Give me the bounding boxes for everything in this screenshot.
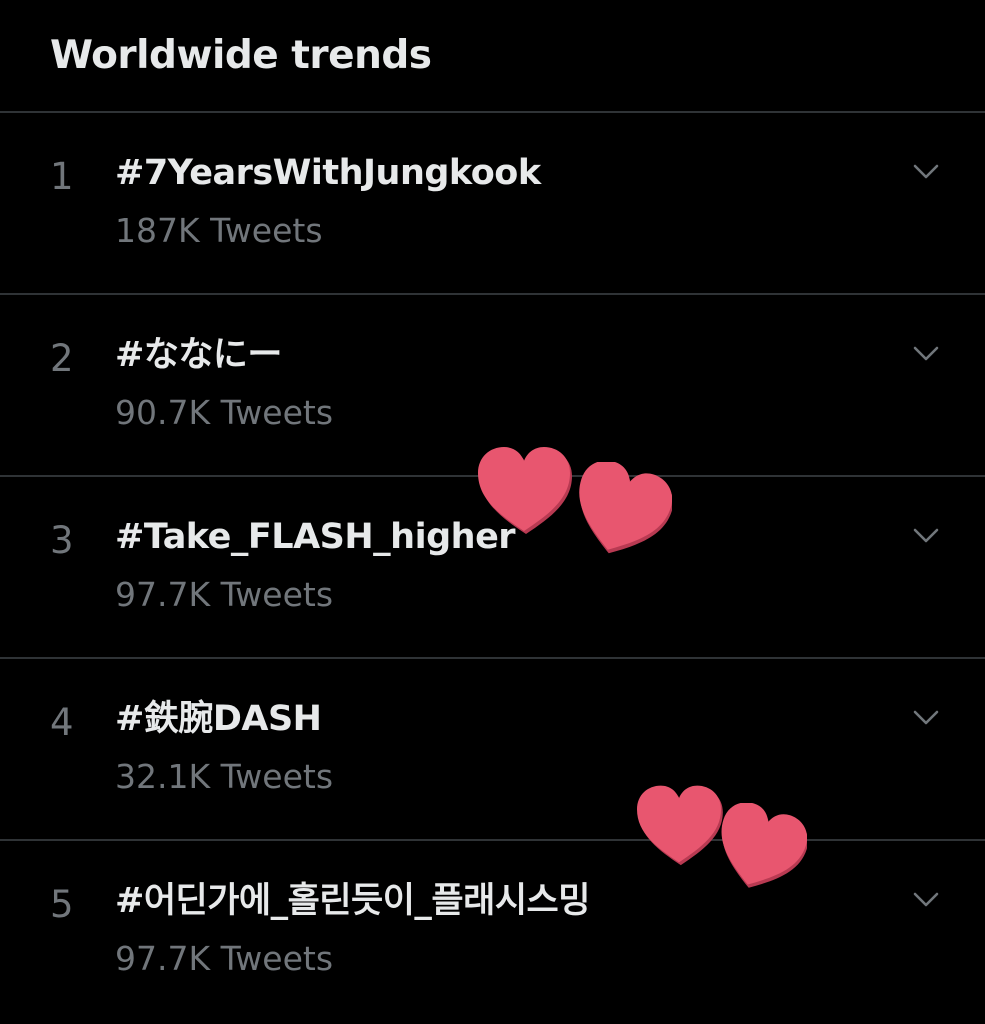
heart-sticker-icon <box>579 462 672 554</box>
trend-tweet-count: 90.7K Tweets <box>115 393 334 432</box>
trend-item[interactable]: 5 #어딘가에_홀린듯이_플래시스밍 97.7K Tweets <box>0 841 985 1023</box>
heart-sticker-icon <box>637 785 723 866</box>
chevron-down-icon[interactable] <box>912 163 940 181</box>
trend-hashtag[interactable]: #ななにー <box>115 333 282 377</box>
trend-hashtag[interactable]: #鉄腕DASH <box>115 697 322 741</box>
heart-sticker-icon <box>478 447 572 534</box>
trend-item[interactable]: 4 #鉄腕DASH 32.1K Tweets <box>0 659 985 841</box>
trend-rank: 2 <box>50 337 74 380</box>
trend-hashtag[interactable]: #7YearsWithJungkook <box>115 151 541 195</box>
trend-rank: 3 <box>50 519 74 562</box>
trend-rank: 1 <box>50 155 74 198</box>
trend-hashtag[interactable]: #Take_FLASH_higher <box>115 515 516 559</box>
chevron-down-icon[interactable] <box>912 345 940 363</box>
heart-sticker-icon <box>721 803 807 888</box>
page-title: Worldwide trends <box>50 33 432 78</box>
trend-tweet-count: 97.7K Tweets <box>115 575 334 614</box>
chevron-down-icon[interactable] <box>912 709 940 727</box>
trend-tweet-count: 187K Tweets <box>115 211 323 250</box>
trend-rank: 4 <box>50 701 74 744</box>
trend-rank: 5 <box>50 883 74 926</box>
trend-item[interactable]: 1 #7YearsWithJungkook 187K Tweets <box>0 113 985 295</box>
trend-hashtag[interactable]: #어딘가에_홀린듯이_플래시스밍 <box>115 879 590 923</box>
trends-header: Worldwide trends <box>0 0 985 113</box>
trend-tweet-count: 97.7K Tweets <box>115 939 334 978</box>
chevron-down-icon[interactable] <box>912 891 940 909</box>
chevron-down-icon[interactable] <box>912 527 940 545</box>
trend-tweet-count: 32.1K Tweets <box>115 757 334 796</box>
